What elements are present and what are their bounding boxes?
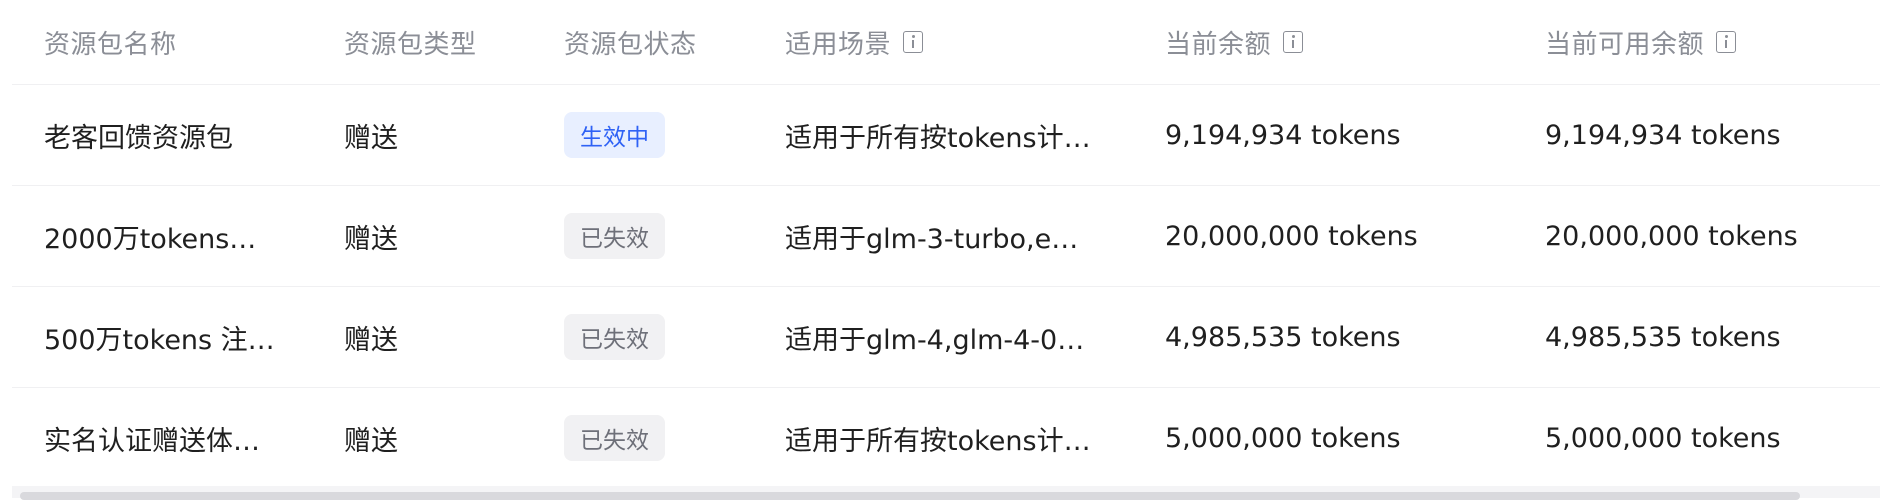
status-badge: 生效中	[564, 112, 665, 158]
table-row: 500万tokens 注… 赠送 已失效 适用于glm-4,glm-4-0… 4…	[12, 287, 1880, 388]
package-type: 赠送	[344, 122, 398, 154]
header-type-label: 资源包类型	[344, 29, 477, 60]
status-badge: 已失效	[564, 314, 665, 360]
header-available: 当前可用余额	[1545, 0, 1737, 84]
package-scene: 适用于glm-3-turbo,e…	[785, 223, 1079, 255]
header-balance-label: 当前余额	[1165, 29, 1272, 60]
package-balance: 5,000,000 tokens	[1165, 422, 1401, 454]
header-status-label: 资源包状态	[564, 29, 697, 60]
package-scene: 适用于所有按tokens计…	[785, 425, 1091, 457]
package-scene: 适用于所有按tokens计…	[785, 122, 1091, 154]
table-row: 老客回馈资源包 赠送 生效中 适用于所有按tokens计… 9,194,934 …	[12, 85, 1880, 186]
table-row: 实名认证赠送体… 赠送 已失效 适用于所有按tokens计… 5,000,000…	[12, 388, 1880, 489]
package-balance: 20,000,000 tokens	[1165, 220, 1418, 252]
available-info-icon[interactable]	[1716, 31, 1737, 53]
package-status-cell: 已失效	[564, 388, 665, 488]
package-type: 赠送	[344, 425, 398, 457]
package-balance: 4,985,535 tokens	[1165, 321, 1401, 353]
header-status: 资源包状态	[564, 0, 697, 84]
horizontal-scrollbar-thumb[interactable]	[20, 492, 1800, 500]
status-badge: 已失效	[564, 415, 665, 461]
package-scene: 适用于glm-4,glm-4-0…	[785, 324, 1085, 356]
package-available: 20,000,000 tokens	[1545, 220, 1798, 252]
package-type: 赠送	[344, 223, 398, 255]
header-balance: 当前余额	[1165, 0, 1304, 84]
header-available-label: 当前可用余额	[1545, 29, 1705, 60]
table-row: 2000万tokens… 赠送 已失效 适用于glm-3-turbo,e… 20…	[12, 186, 1880, 287]
header-scene-label: 适用场景	[785, 29, 892, 60]
resource-package-table: 资源包名称 资源包类型 资源包状态 适用场景 当前余额 当前可用余额 老客回馈资…	[12, 0, 1880, 489]
package-balance: 9,194,934 tokens	[1165, 119, 1401, 151]
package-available: 9,194,934 tokens	[1545, 119, 1781, 151]
scene-info-icon[interactable]	[903, 31, 924, 53]
balance-info-icon[interactable]	[1283, 31, 1304, 53]
package-name: 500万tokens 注…	[44, 324, 275, 356]
package-status-cell: 已失效	[564, 287, 665, 387]
header-scene: 适用场景	[785, 0, 924, 84]
header-name: 资源包名称	[44, 0, 177, 84]
package-name: 实名认证赠送体…	[44, 425, 260, 457]
package-status-cell: 生效中	[564, 85, 665, 185]
status-badge: 已失效	[564, 213, 665, 259]
table-header-row: 资源包名称 资源包类型 资源包状态 适用场景 当前余额 当前可用余额	[12, 0, 1880, 85]
package-available: 4,985,535 tokens	[1545, 321, 1781, 353]
package-available: 5,000,000 tokens	[1545, 422, 1781, 454]
header-name-label: 资源包名称	[44, 29, 177, 60]
header-type: 资源包类型	[344, 0, 477, 84]
package-type: 赠送	[344, 324, 398, 356]
package-name: 2000万tokens…	[44, 223, 257, 255]
package-status-cell: 已失效	[564, 186, 665, 286]
package-name: 老客回馈资源包	[44, 122, 233, 154]
